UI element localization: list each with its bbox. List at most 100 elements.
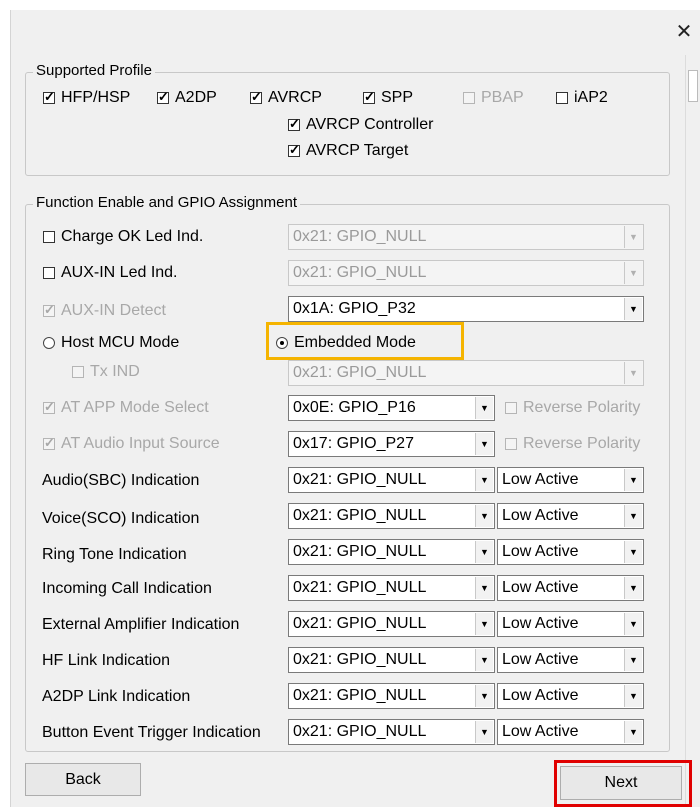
select-value: 0x21: GPIO_NULL (293, 264, 427, 281)
tx-ind-gpio-select: 0x21: GPIO_NULL ▼ (288, 360, 644, 386)
indication-gpio-select[interactable]: 0x21: GPIO_NULL ▼ (288, 575, 495, 601)
tx-ind-option: Tx IND (72, 363, 140, 381)
chevron-down-icon[interactable]: ▼ (475, 469, 493, 491)
option-label: AT APP Mode Select (61, 399, 209, 416)
indication-active-select[interactable]: Low Active ▼ (497, 503, 644, 529)
indication-label: External Amplifier Indication (42, 616, 240, 633)
chevron-down-icon[interactable]: ▼ (475, 613, 493, 635)
back-button[interactable]: Back (25, 763, 141, 796)
option-label: AUX-IN Detect (61, 302, 166, 319)
aux-in-led-option[interactable]: AUX-IN Led Ind. (43, 264, 178, 282)
chevron-down-icon[interactable]: ▼ (624, 649, 642, 671)
option-label: Host MCU Mode (61, 334, 180, 351)
chevron-down-icon[interactable]: ▼ (475, 433, 493, 455)
chevron-down-icon[interactable]: ▼ (475, 577, 493, 599)
option-label: AUX-IN Led Ind. (61, 264, 178, 281)
indication-active-select[interactable]: Low Active ▼ (497, 539, 644, 565)
at-audio-gpio-select[interactable]: 0x17: GPIO_P27 ▼ (288, 431, 495, 457)
indication-gpio-select[interactable]: 0x21: GPIO_NULL ▼ (288, 467, 495, 493)
select-value: Low Active (502, 687, 579, 704)
chevron-down-icon[interactable]: ▼ (475, 505, 493, 527)
chevron-down-icon[interactable]: ▼ (624, 469, 642, 491)
at-app-gpio-select[interactable]: 0x0E: GPIO_P16 ▼ (288, 395, 495, 421)
window-top-edge (0, 0, 700, 10)
indication-label: A2DP Link Indication (42, 688, 191, 705)
indication-active-select[interactable]: Low Active ▼ (497, 575, 644, 601)
profile-avrcp-controller[interactable]: AVRCP Controller (288, 116, 433, 134)
profile-a2dp[interactable]: A2DP (157, 89, 217, 107)
profile-label: SPP (381, 89, 414, 106)
chevron-down-icon[interactable]: ▼ (475, 541, 493, 563)
select-value: Low Active (502, 579, 579, 596)
chevron-down-icon[interactable]: ▼ (624, 298, 642, 320)
indication-active-select[interactable]: Low Active ▼ (497, 467, 644, 493)
at-audio-reverse-polarity: Reverse Polarity (505, 435, 640, 453)
radio-button[interactable] (43, 337, 55, 349)
checkbox[interactable] (288, 142, 300, 158)
checkbox (505, 402, 517, 414)
profile-label: A2DP (175, 89, 217, 106)
chevron-down-icon[interactable]: ▼ (624, 613, 642, 635)
indication-active-select[interactable]: Low Active ▼ (497, 719, 644, 745)
checkbox[interactable] (43, 267, 55, 279)
option-label: Charge OK Led Ind. (61, 228, 204, 245)
indication-label: Ring Tone Indication (42, 546, 187, 563)
indication-active-select[interactable]: Low Active ▼ (497, 647, 644, 673)
select-value: 0x17: GPIO_P27 (293, 435, 414, 452)
checkbox[interactable] (288, 116, 300, 132)
charge-ok-led-option[interactable]: Charge OK Led Ind. (43, 228, 203, 246)
aux-in-detect-option: AUX-IN Detect (43, 302, 166, 320)
select-value: Low Active (502, 723, 579, 740)
indication-gpio-select[interactable]: 0x21: GPIO_NULL ▼ (288, 719, 495, 745)
aux-in-detect-gpio-select[interactable]: 0x1A: GPIO_P32 ▼ (288, 296, 644, 322)
host-mcu-mode-radio[interactable]: Host MCU Mode (43, 334, 179, 352)
select-value: 0x21: GPIO_NULL (293, 615, 427, 632)
indication-active-select[interactable]: Low Active ▼ (497, 683, 644, 709)
profile-spp[interactable]: SPP (363, 89, 413, 107)
profile-hfp-hsp[interactable]: HFP/HSP (43, 89, 130, 107)
chevron-down-icon[interactable]: ▼ (475, 721, 493, 743)
checkbox[interactable] (43, 89, 55, 105)
chevron-down-icon[interactable]: ▼ (624, 685, 642, 707)
checkbox[interactable] (157, 89, 169, 105)
select-value: Low Active (502, 471, 579, 488)
checkbox (72, 366, 84, 378)
indication-gpio-select[interactable]: 0x21: GPIO_NULL ▼ (288, 647, 495, 673)
checkbox[interactable] (363, 89, 375, 105)
chevron-down-icon[interactable]: ▼ (624, 541, 642, 563)
select-value: 0x21: GPIO_NULL (293, 723, 427, 740)
vertical-scrollbar[interactable] (685, 55, 700, 807)
chevron-down-icon: ▼ (624, 262, 642, 284)
select-value: 0x1A: GPIO_P32 (293, 300, 416, 317)
chevron-down-icon[interactable]: ▼ (624, 721, 642, 743)
embedded-mode-highlight (266, 322, 464, 360)
indication-gpio-select[interactable]: 0x21: GPIO_NULL ▼ (288, 611, 495, 637)
window-left-edge (0, 10, 11, 807)
select-value: 0x21: GPIO_NULL (293, 471, 427, 488)
indication-active-select[interactable]: Low Active ▼ (497, 611, 644, 637)
function-gpio-legend: Function Enable and GPIO Assignment (33, 194, 300, 211)
chevron-down-icon[interactable]: ▼ (624, 577, 642, 599)
scrollbar-thumb[interactable] (688, 70, 698, 102)
checkbox[interactable] (43, 231, 55, 243)
indication-gpio-select[interactable]: 0x21: GPIO_NULL ▼ (288, 683, 495, 709)
indication-gpio-select[interactable]: 0x21: GPIO_NULL ▼ (288, 539, 495, 565)
close-icon[interactable]: ✕ (672, 20, 696, 44)
profile-avrcp[interactable]: AVRCP (250, 89, 322, 107)
chevron-down-icon[interactable]: ▼ (475, 649, 493, 671)
profile-iap2[interactable]: iAP2 (556, 89, 608, 107)
chevron-down-icon[interactable]: ▼ (624, 505, 642, 527)
at-app-mode-option: AT APP Mode Select (43, 399, 209, 417)
select-value: 0x21: GPIO_NULL (293, 651, 427, 668)
profile-avrcp-target[interactable]: AVRCP Target (288, 142, 408, 160)
indication-label: Button Event Trigger Indication (42, 724, 261, 741)
chevron-down-icon[interactable]: ▼ (475, 685, 493, 707)
indication-gpio-select[interactable]: 0x21: GPIO_NULL ▼ (288, 503, 495, 529)
checkbox[interactable] (250, 89, 262, 105)
select-value: 0x21: GPIO_NULL (293, 543, 427, 560)
checkbox (43, 399, 55, 415)
indication-label: HF Link Indication (42, 652, 171, 669)
option-label: Tx IND (90, 363, 140, 380)
chevron-down-icon[interactable]: ▼ (475, 397, 493, 419)
checkbox[interactable] (556, 92, 568, 104)
